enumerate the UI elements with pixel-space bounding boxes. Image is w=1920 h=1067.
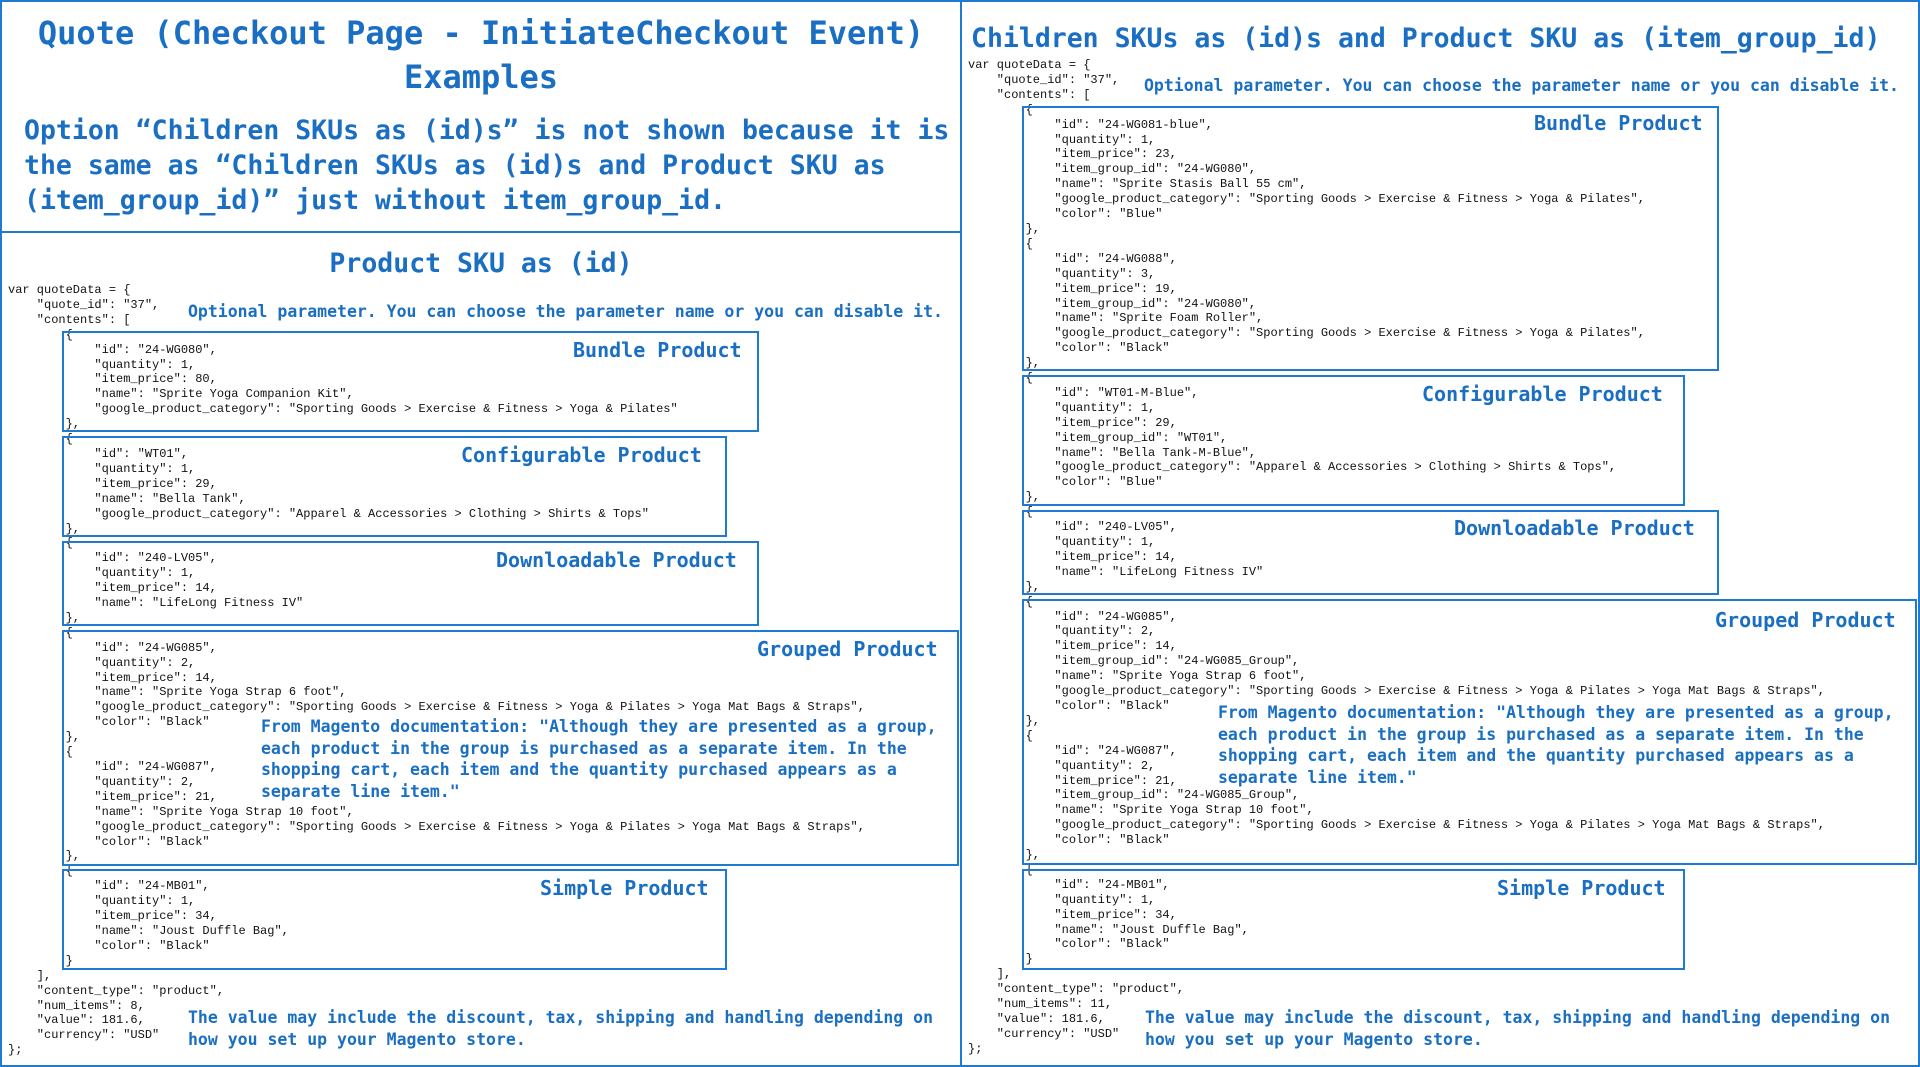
code-line: "contents": [ bbox=[36, 312, 131, 327]
description-line1: Option “Children SKUs as (id)s” is not s… bbox=[24, 115, 950, 146]
left-grouped-label: Grouped Product bbox=[757, 637, 938, 661]
code-line: var quoteData = { bbox=[8, 283, 131, 297]
right-value-note: The value may include the discount, tax,… bbox=[1145, 1008, 1891, 1049]
code-line: ], bbox=[36, 968, 52, 983]
left-bundle-label: Bundle Product bbox=[573, 338, 742, 362]
code-line: "value": 181.6, bbox=[996, 1012, 1105, 1026]
code-line: "currency": "USD" bbox=[996, 1026, 1120, 1041]
left-simple-label: Simple Product bbox=[540, 876, 709, 900]
code-line: var quoteData = { bbox=[968, 58, 1091, 72]
left-configurable-label: Configurable Product bbox=[461, 443, 702, 467]
code-line: "quote_id": "37", bbox=[996, 72, 1120, 87]
code-line: }; bbox=[968, 1041, 983, 1056]
right-grouped-label: Grouped Product bbox=[1715, 608, 1896, 632]
left-optional-note: Optional parameter. You can choose the p… bbox=[188, 302, 943, 321]
header-panel: Quote (Checkout Page - InitiateCheckout … bbox=[0, 0, 962, 233]
right-simple-label: Simple Product bbox=[1497, 876, 1666, 900]
left-grouped-note: From Magento documentation: "Although th… bbox=[261, 717, 937, 801]
code-line: "currency": "USD" bbox=[36, 1028, 160, 1043]
right-optional-note: Optional parameter. You can choose the p… bbox=[1144, 76, 1899, 95]
code-line: "content_type": "product", bbox=[36, 983, 225, 998]
right-grouped-note: From Magento documentation: "Although th… bbox=[1218, 703, 1894, 787]
code-line: "value": 181.6, bbox=[36, 1013, 145, 1028]
left-downloadable-label: Downloadable Product bbox=[496, 548, 737, 572]
code-line: "quote_id": "37", bbox=[36, 297, 160, 312]
right-bundle-box bbox=[1022, 106, 1719, 371]
right-bundle-label: Bundle Product bbox=[1534, 111, 1703, 135]
right-panel-title: Children SKUs as (id)s and Product SKU a… bbox=[971, 23, 1881, 54]
code-line: ], bbox=[996, 967, 1012, 982]
right-downloadable-label: Downloadable Product bbox=[1454, 516, 1695, 540]
description-line3: (item_group_id)” just without item_group… bbox=[24, 185, 726, 216]
page-title-line1: Quote (Checkout Page - InitiateCheckout … bbox=[37, 14, 925, 52]
code-line: "content_type": "product", bbox=[996, 982, 1185, 997]
code-line: "num_items": 11, bbox=[996, 997, 1113, 1012]
description-line2: the same as “Children SKUs as (id)s and … bbox=[24, 150, 886, 181]
code-line: "num_items": 8, bbox=[36, 998, 145, 1013]
code-line: "contents": [ bbox=[996, 87, 1091, 102]
left-value-note: The value may include the discount, tax,… bbox=[188, 1008, 934, 1049]
left-panel-title: Product SKU as (id) bbox=[329, 248, 633, 279]
code-line: }; bbox=[8, 1043, 23, 1058]
right-configurable-label: Configurable Product bbox=[1422, 382, 1663, 406]
page-title-line2: Examples bbox=[403, 58, 559, 96]
